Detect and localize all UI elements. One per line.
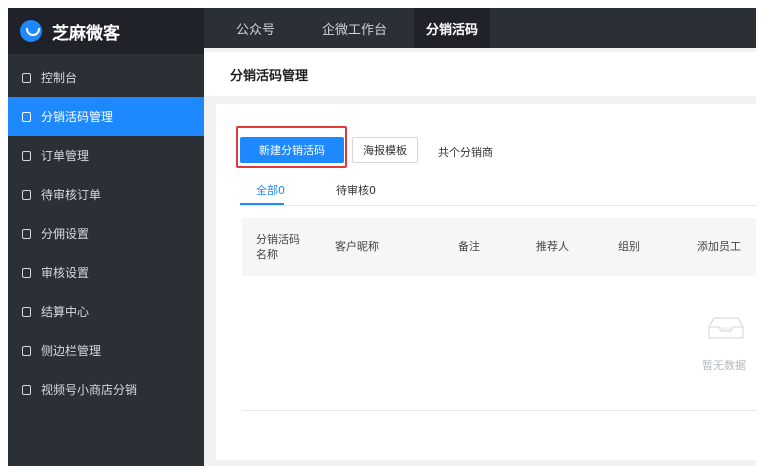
nav-icon bbox=[22, 72, 31, 83]
sidebar-item-pending-orders[interactable]: 待审核订单 bbox=[8, 175, 204, 214]
sidebar-item-sidebar-management[interactable]: 侧边栏管理 bbox=[8, 331, 204, 370]
sidebar: 芝麻微客 控制台 分销活码管理 订单管理 待审核订单 分佣设置 审核设置 结算中… bbox=[8, 8, 204, 466]
column-header-remark: 备注 bbox=[458, 240, 480, 253]
nav-icon bbox=[22, 228, 31, 239]
sidebar-item-dashboard[interactable]: 控制台 bbox=[8, 58, 204, 97]
page-title: 分销活码管理 bbox=[230, 69, 309, 84]
sidebar-item-label: 订单管理 bbox=[41, 149, 90, 163]
sidebar-item-review-settings[interactable]: 审核设置 bbox=[8, 253, 204, 292]
nav-icon bbox=[22, 267, 31, 278]
main-content: 新建分销活码 海报模板 共个分销商 全部0 待审核0 分销活码 名称 客户昵称 … bbox=[216, 104, 756, 460]
new-distribution-code-button[interactable]: 新建分销活码 bbox=[240, 137, 344, 163]
column-header-nickname: 客户昵称 bbox=[335, 240, 379, 253]
tab-divider bbox=[240, 205, 756, 206]
nav-icon bbox=[22, 150, 31, 161]
sidebar-item-settlement[interactable]: 结算中心 bbox=[8, 292, 204, 331]
top-nav-bar: 公众号 企微工作台 分销活码 bbox=[204, 8, 756, 48]
poster-template-button[interactable]: 海报模板 bbox=[352, 137, 418, 163]
empty-inbox-icon bbox=[708, 317, 744, 339]
logo-text: 芝麻微客 bbox=[52, 23, 120, 44]
tab-all[interactable]: 全部0 bbox=[256, 182, 285, 198]
logo-icon bbox=[20, 20, 42, 42]
sidebar-item-label: 控制台 bbox=[41, 71, 78, 85]
active-tab-indicator bbox=[240, 203, 284, 205]
distributor-count: 共个分销商 bbox=[438, 146, 493, 159]
sidebar-item-label: 分佣设置 bbox=[41, 227, 90, 241]
sidebar-item-distribution-code[interactable]: 分销活码管理 bbox=[8, 97, 204, 136]
table-bottom-border bbox=[242, 410, 756, 411]
sidebar-item-video-shop[interactable]: 视频号小商店分销 bbox=[8, 370, 204, 409]
column-header-staff: 添加员工 bbox=[697, 240, 741, 253]
sidebar-item-label: 审核设置 bbox=[41, 266, 90, 280]
nav-icon bbox=[22, 306, 31, 317]
top-nav-official-account[interactable]: 公众号 bbox=[236, 8, 275, 48]
sidebar-item-label: 侧边栏管理 bbox=[41, 344, 102, 358]
nav-icon bbox=[22, 384, 31, 395]
page-header: 分销活码管理 bbox=[204, 52, 756, 96]
column-header-code-name: 分销活码 名称 bbox=[256, 233, 300, 261]
sidebar-item-label: 视频号小商店分销 bbox=[41, 383, 138, 397]
top-nav-wecom-workbench[interactable]: 企微工作台 bbox=[322, 8, 387, 48]
logo: 芝麻微客 bbox=[8, 8, 204, 54]
sidebar-item-label: 结算中心 bbox=[41, 305, 90, 319]
sidebar-item-commission[interactable]: 分佣设置 bbox=[8, 214, 204, 253]
empty-state-text: 暂无数据 bbox=[702, 359, 746, 372]
sidebar-nav: 控制台 分销活码管理 订单管理 待审核订单 分佣设置 审核设置 结算中心 侧边栏… bbox=[8, 58, 204, 409]
sidebar-item-label: 分销活码管理 bbox=[41, 110, 114, 124]
tab-pending[interactable]: 待审核0 bbox=[336, 182, 376, 198]
column-header-referrer: 推荐人 bbox=[536, 240, 569, 253]
nav-icon bbox=[22, 111, 31, 122]
nav-icon bbox=[22, 189, 31, 200]
nav-icon bbox=[22, 345, 31, 356]
table-header: 分销活码 名称 客户昵称 备注 推荐人 组别 添加员工 bbox=[242, 218, 756, 276]
sidebar-item-orders[interactable]: 订单管理 bbox=[8, 136, 204, 175]
sidebar-item-label: 待审核订单 bbox=[41, 188, 102, 202]
top-nav-distribution-code[interactable]: 分销活码 bbox=[414, 8, 491, 48]
column-header-group: 组别 bbox=[618, 240, 640, 253]
